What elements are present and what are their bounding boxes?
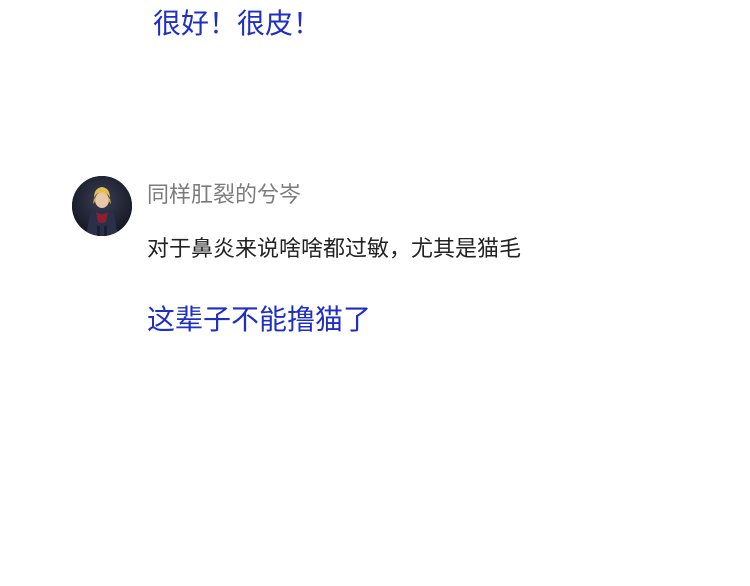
anime-character-avatar-icon bbox=[72, 176, 132, 236]
comment-username[interactable]: 同样肛裂的兮岑 bbox=[147, 180, 301, 212]
caption-bottom: 这辈子不能撸猫了 bbox=[147, 303, 372, 336]
comment-item: 同样肛裂的兮岑 对于鼻炎来说啥啥都过敏，尤其是猫毛 这辈子不能撸猫了 bbox=[72, 176, 712, 356]
caption-top: 很好！很皮！ bbox=[153, 7, 322, 40]
comment-text: 对于鼻炎来说啥啥都过敏，尤其是猫毛 bbox=[147, 237, 522, 262]
avatar[interactable] bbox=[72, 176, 132, 236]
